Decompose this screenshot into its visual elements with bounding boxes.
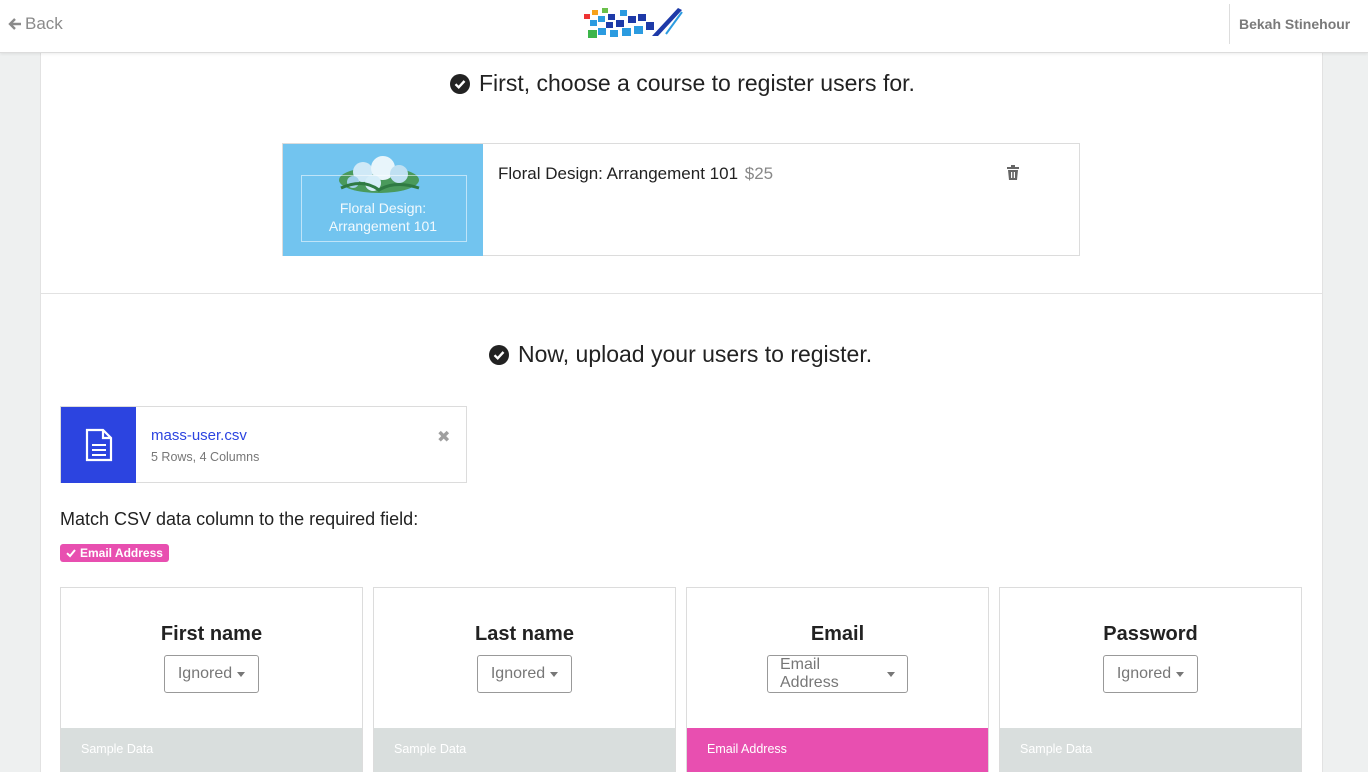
column-mapping-value: Ignored	[1116, 665, 1172, 682]
check-icon	[66, 549, 76, 558]
column-mapping-select[interactable]: Ignored	[1103, 655, 1198, 693]
column-sample-footer: Sample Data	[374, 728, 675, 772]
course-name: Floral Design: Arrangement 101	[498, 164, 739, 183]
caret-down-icon	[1176, 671, 1185, 677]
column-card-last-name: Last name Ignored Sample Data	[373, 587, 676, 772]
close-icon[interactable]: ✖	[437, 427, 450, 447]
column-title: First name	[160, 623, 263, 645]
column-sample-footer: Sample Data	[61, 728, 362, 772]
selected-course-card: Floral Design: Arrangement 101 Floral De…	[282, 143, 1080, 256]
thumbnail-title-line1: Floral Design:	[339, 200, 427, 216]
back-button[interactable]: Back	[8, 14, 63, 34]
caret-down-icon	[887, 671, 895, 677]
file-name-link[interactable]: mass-user.csv	[151, 427, 247, 444]
check-circle-icon	[450, 73, 470, 94]
column-sample-footer: Sample Data	[1000, 728, 1301, 772]
upload-step-heading-text: Now, upload your users to register.	[518, 341, 873, 367]
required-field-label: Email Address	[80, 546, 163, 560]
file-meta: 5 Rows, 4 Columns	[151, 450, 260, 464]
user-name[interactable]: Bekah Stinehour	[1239, 16, 1350, 32]
brand-logo[interactable]	[582, 4, 686, 42]
column-card-password: Password Ignored Sample Data	[999, 587, 1302, 772]
course-title: Floral Design: Arrangement 101 $25	[498, 164, 773, 184]
document-icon	[85, 428, 112, 462]
caret-down-icon	[550, 671, 559, 677]
file-icon-box	[61, 407, 136, 483]
caret-down-icon	[237, 671, 246, 677]
course-thumbnail: Floral Design: Arrangement 101	[283, 144, 483, 256]
column-mapping-select[interactable]: Ignored	[477, 655, 572, 693]
column-mapping-value: Ignored	[177, 665, 233, 682]
column-card-first-name: First name Ignored Sample Data	[60, 587, 363, 772]
top-bar: Back Bekah Stinehour	[0, 0, 1368, 53]
course-price: $25	[744, 164, 774, 183]
column-mapping-select[interactable]: Ignored	[164, 655, 259, 693]
thumbnail-title-line2: Arrangement 101	[328, 218, 438, 234]
thumbnail-title: Floral Design: Arrangement 101	[283, 199, 483, 235]
upload-step-heading: Now, upload your users to register.	[489, 341, 872, 368]
user-separator	[1229, 4, 1230, 44]
arrow-left-icon	[8, 18, 21, 30]
column-title: Last name	[475, 623, 574, 645]
back-label: Back	[25, 14, 63, 33]
course-step-heading-text: First, choose a course to register users…	[479, 70, 915, 96]
course-step-heading: First, choose a course to register users…	[450, 70, 915, 97]
column-title: Password	[1103, 623, 1198, 645]
uploaded-file-card: mass-user.csv 5 Rows, 4 Columns ✖	[60, 406, 467, 483]
column-title: Email	[810, 623, 865, 645]
check-circle-icon	[489, 344, 509, 365]
column-mapping-select[interactable]: Email Address	[767, 655, 908, 693]
column-sample-footer: Email Address	[687, 728, 988, 772]
required-field-badge: Email Address	[60, 544, 169, 562]
trash-icon[interactable]	[1006, 165, 1020, 181]
column-card-email: Email Email Address Email Address	[686, 587, 989, 772]
column-mapping-value: Ignored	[490, 665, 546, 682]
column-mapping-value: Email Address	[780, 656, 839, 691]
match-instructions: Match CSV data column to the required fi…	[60, 509, 419, 529]
